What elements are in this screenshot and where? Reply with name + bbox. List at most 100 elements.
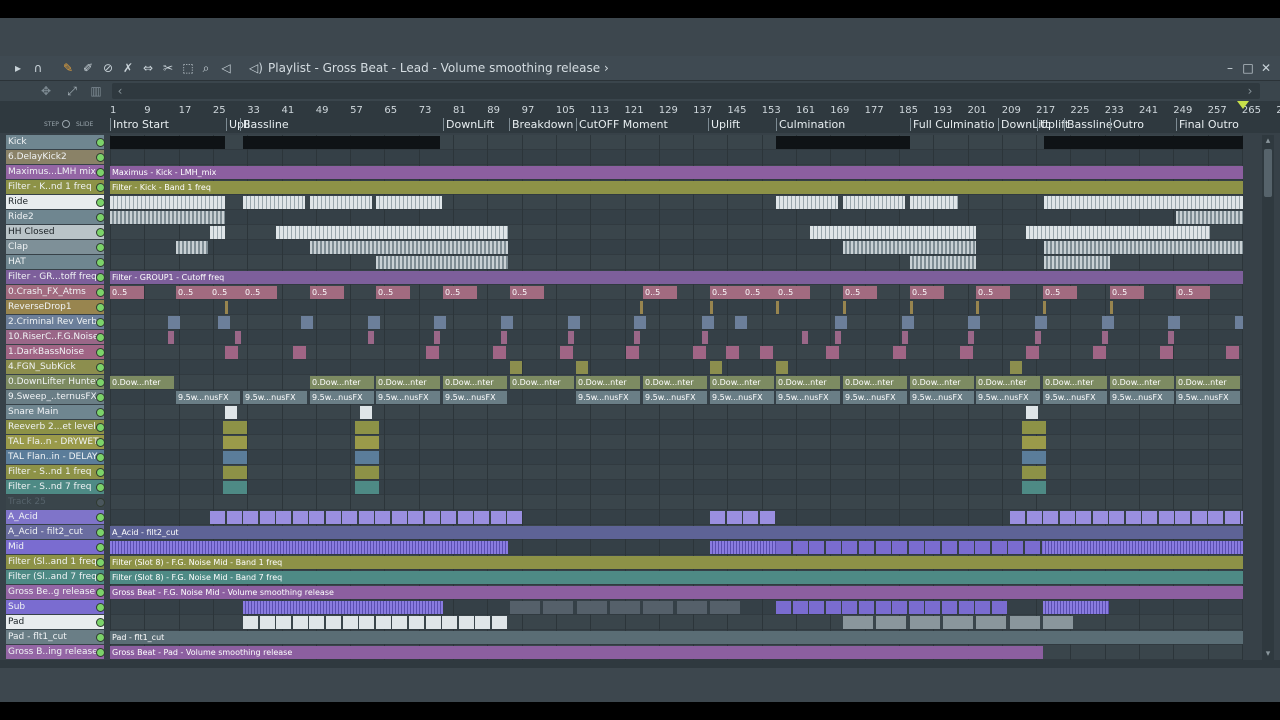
sweep-clip[interactable]: 9.5w...nusFX xyxy=(643,391,707,404)
track-mute-led[interactable] xyxy=(96,408,105,417)
track-header[interactable]: Filter - S..nd 7 freq xyxy=(6,480,104,494)
sub-clip[interactable] xyxy=(1043,601,1109,614)
mid-clip[interactable] xyxy=(792,541,808,554)
track-mute-led[interactable] xyxy=(96,528,105,537)
track-mute-led[interactable] xyxy=(96,543,105,552)
riser-clip[interactable] xyxy=(802,331,808,344)
acid-clip[interactable] xyxy=(1142,511,1157,524)
track-mute-led[interactable] xyxy=(96,348,105,357)
pad-clip[interactable] xyxy=(976,616,1007,629)
timeline-marker[interactable]: Breakdown xyxy=(509,118,573,131)
riser-clip[interactable] xyxy=(968,331,974,344)
track-header[interactable]: Gross B..ing release xyxy=(6,645,104,659)
track-header[interactable]: Sub xyxy=(6,600,104,614)
zoom-icon[interactable]: ⌕ xyxy=(198,60,214,76)
sweep-clip[interactable]: 9.5w...nusFX xyxy=(176,391,240,404)
crash-clip[interactable]: 0..5 xyxy=(210,286,244,299)
crash-clip[interactable]: 0..5 xyxy=(443,286,477,299)
clap-clip[interactable] xyxy=(176,241,208,254)
brush-icon[interactable]: ✐ xyxy=(80,60,96,76)
automation-clip[interactable] xyxy=(355,421,379,434)
automation-clip[interactable] xyxy=(355,481,379,494)
clap-clip[interactable] xyxy=(310,241,508,254)
track-lane[interactable] xyxy=(110,450,1243,465)
minimize-button[interactable]: – xyxy=(1222,60,1238,76)
sub-clip[interactable] xyxy=(975,601,991,614)
kick-clip[interactable] xyxy=(110,136,225,149)
automation-clip[interactable] xyxy=(355,436,379,449)
bass-noise-clip[interactable] xyxy=(626,346,639,359)
track-mute-led[interactable] xyxy=(96,498,105,507)
automation-clip[interactable]: Filter - Kick - Band 1 freq xyxy=(110,181,1243,194)
downlifter-clip[interactable]: 0.Dow...nter xyxy=(510,376,574,389)
magnet-icon[interactable]: ∩ xyxy=(30,60,46,76)
sub-clip[interactable] xyxy=(776,601,791,614)
reverse-drop-clip[interactable] xyxy=(225,301,228,314)
riser-clip[interactable] xyxy=(1035,331,1041,344)
track-mute-led[interactable] xyxy=(96,573,105,582)
acid-clip[interactable] xyxy=(243,511,258,524)
clap-clip[interactable] xyxy=(1044,241,1243,254)
crash-clip[interactable]: 0..5 xyxy=(643,286,677,299)
snare-clip[interactable] xyxy=(1026,406,1038,419)
rev-verb-clip[interactable] xyxy=(1168,316,1180,329)
downlifter-clip[interactable]: 0.Dow...nter xyxy=(1110,376,1174,389)
acid-clip[interactable] xyxy=(1026,511,1042,524)
sub-clip[interactable] xyxy=(958,601,974,614)
pad-clip[interactable] xyxy=(326,616,341,629)
pad-clip[interactable] xyxy=(392,616,408,629)
ride-clip[interactable] xyxy=(310,196,372,209)
riser-clip[interactable] xyxy=(235,331,241,344)
hh-clip[interactable] xyxy=(1026,226,1210,239)
track-header[interactable]: Ride xyxy=(6,195,104,209)
pad-clip[interactable] xyxy=(276,616,292,629)
track-mute-led[interactable] xyxy=(96,393,105,402)
sweep-clip[interactable]: 9.5w...nusFX xyxy=(1043,391,1107,404)
acid-clip[interactable] xyxy=(424,511,440,524)
bass-noise-clip[interactable] xyxy=(1026,346,1039,359)
downlifter-clip[interactable]: 0.Dow...nter xyxy=(910,376,974,389)
track-header[interactable]: Filter (Sl..and 1 freq xyxy=(6,555,104,569)
scroll-down-icon[interactable]: ▾ xyxy=(1262,648,1274,660)
mid-clip[interactable] xyxy=(776,541,791,554)
automation-clip[interactable]: Maximus - Kick - LMH_mix xyxy=(110,166,1243,179)
crash-clip[interactable]: 0..5 xyxy=(910,286,944,299)
acid-clip[interactable] xyxy=(1076,511,1091,524)
rev-verb-clip[interactable] xyxy=(1035,316,1047,329)
riser-clip[interactable] xyxy=(168,331,174,344)
acid-clip[interactable] xyxy=(358,511,374,524)
downlifter-clip[interactable]: 0.Dow...nter xyxy=(376,376,440,389)
reverse-drop-clip[interactable] xyxy=(1043,301,1046,314)
sub-clip[interactable] xyxy=(510,601,540,614)
track-header[interactable]: Filter (Sl..and 7 freq xyxy=(6,570,104,584)
kick-clip[interactable] xyxy=(1110,136,1243,149)
acid-clip[interactable] xyxy=(1175,511,1190,524)
acid-clip[interactable] xyxy=(309,511,324,524)
sweep-clip[interactable]: 9.5w...nusFX xyxy=(310,391,374,404)
pad-clip[interactable] xyxy=(1009,616,1040,629)
track-header[interactable]: Pad - flt1_cut xyxy=(6,630,104,644)
crash-clip[interactable]: 0..5 xyxy=(376,286,410,299)
sweep-clip[interactable]: 9.5w...nusFX xyxy=(243,391,307,404)
rev-verb-clip[interactable] xyxy=(434,316,446,329)
automation-clip[interactable] xyxy=(223,436,247,449)
pad-clip[interactable] xyxy=(425,616,441,629)
pad-clip[interactable] xyxy=(909,616,940,629)
track-header[interactable]: Gross Be..g release xyxy=(6,585,104,599)
mid-clip[interactable] xyxy=(908,541,924,554)
snare-clip[interactable] xyxy=(225,406,237,419)
track-mute-led[interactable] xyxy=(96,183,105,192)
track-lane[interactable] xyxy=(110,150,1243,165)
downlifter-clip[interactable]: 0.Dow...nter xyxy=(976,376,1040,389)
track-mute-led[interactable] xyxy=(96,333,105,342)
track-header[interactable]: 0.Crash_FX_Atms xyxy=(6,285,104,299)
acid-clip[interactable] xyxy=(507,511,522,524)
reverse-drop-clip[interactable] xyxy=(640,301,643,314)
track-header[interactable]: Mid xyxy=(6,540,104,554)
track-header[interactable]: 4.FGN_SubKick xyxy=(6,360,104,374)
sweep-clip[interactable]: 9.5w...nusFX xyxy=(910,391,974,404)
track-lane[interactable] xyxy=(110,495,1243,510)
playlist-grid[interactable]: Maximus - Kick - LMH_mix Filter - Kick - … xyxy=(110,135,1243,660)
rev-verb-clip[interactable] xyxy=(501,316,513,329)
bass-noise-clip[interactable] xyxy=(1160,346,1173,359)
